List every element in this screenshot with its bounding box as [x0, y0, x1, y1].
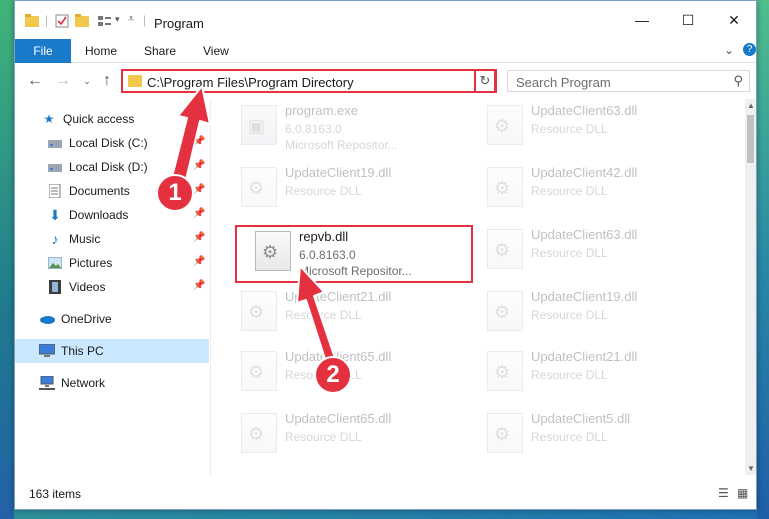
- arrow-to-address-bar: [169, 85, 211, 189]
- arrow-to-repvb: [296, 265, 336, 363]
- step-2-badge: 2: [314, 356, 352, 394]
- step-1-badge: 1: [156, 174, 194, 212]
- annotation-arrows: [169, 85, 336, 363]
